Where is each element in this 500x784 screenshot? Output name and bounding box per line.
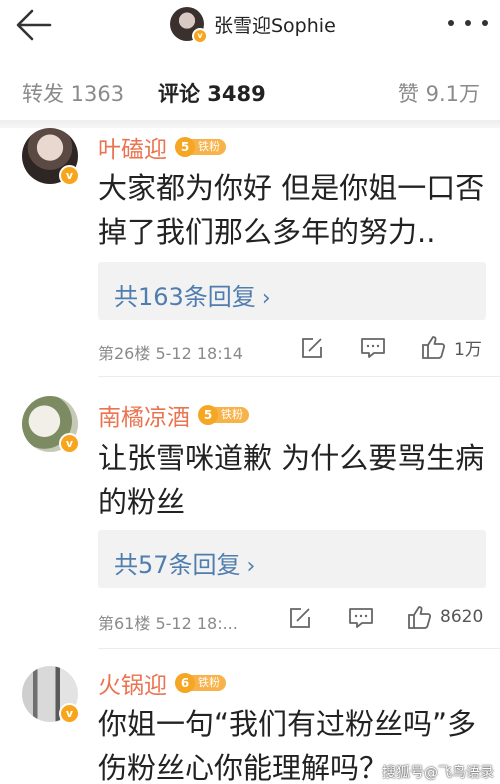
avatar[interactable]: v bbox=[22, 666, 80, 724]
more-dots-icon bbox=[448, 20, 454, 26]
reply-button[interactable] bbox=[348, 606, 374, 630]
replies-count-label: 共163条回复 bbox=[114, 283, 256, 311]
tab-reposts[interactable]: 转发 1363 bbox=[22, 78, 124, 108]
comment-text: 大家都为你好 但是你姐一口否掉了我们那么多年的努力.. bbox=[98, 171, 485, 249]
fan-badge: 5 铁粉 bbox=[175, 137, 226, 157]
comment-divider bbox=[98, 376, 500, 377]
like-count: 8620 bbox=[440, 607, 484, 627]
comment-bubble-icon bbox=[349, 608, 373, 628]
like-button[interactable]: 1万 bbox=[420, 334, 482, 360]
comment-header: 叶磕迎 5 铁粉 bbox=[98, 130, 226, 164]
chevron-right-icon: › bbox=[246, 554, 256, 579]
thumbs-up-icon bbox=[408, 606, 432, 629]
repost-edit-icon bbox=[290, 608, 310, 628]
comment-username[interactable]: 南橘凉酒 bbox=[98, 398, 190, 432]
comment-meta: 第61楼 5-12 18:... bbox=[98, 614, 238, 633]
repost-edit-icon bbox=[302, 338, 322, 358]
comment-meta: 第26楼 5-12 18:14 bbox=[98, 344, 243, 363]
fan-badge: 6 铁粉 bbox=[175, 673, 226, 693]
thumbs-up-icon bbox=[422, 336, 446, 359]
comment-divider bbox=[98, 648, 500, 649]
like-button[interactable]: 8620 bbox=[406, 604, 483, 630]
more-dots-icon bbox=[465, 20, 471, 26]
more-button[interactable] bbox=[448, 12, 488, 34]
replies-count-label: 共57条回复 bbox=[114, 551, 241, 579]
like-count: 1万 bbox=[454, 339, 482, 360]
comment-header: 南橘凉酒 5 铁粉 bbox=[98, 398, 249, 432]
verified-badge-icon: v bbox=[59, 703, 80, 724]
tab-likes[interactable]: 赞 9.1万 bbox=[398, 78, 480, 108]
comment-bubble-icon bbox=[361, 338, 385, 358]
comment-username[interactable]: 火锅迎 bbox=[98, 666, 167, 700]
repost-button[interactable] bbox=[300, 336, 324, 360]
replies-count: 共57条回复 › bbox=[114, 545, 255, 580]
watermark: 搜狐号@飞鸟语录 bbox=[382, 765, 494, 781]
account-title[interactable]: v 张雪迎Sophie bbox=[170, 4, 336, 44]
account-avatar[interactable]: v bbox=[170, 7, 208, 44]
tab-bar: 转发 1363 评论 3489 赞 9.1万 bbox=[0, 52, 500, 123]
section-divider bbox=[0, 120, 500, 128]
comment-text: 让张雪咪道歉 为什么要骂生病的粉丝 bbox=[98, 441, 485, 519]
comment-username[interactable]: 叶磕迎 bbox=[98, 130, 167, 164]
replies-link[interactable]: 共57条回复 › bbox=[98, 530, 486, 588]
more-dots-icon bbox=[482, 20, 488, 26]
account-name: 张雪迎Sophie bbox=[214, 14, 336, 37]
reply-button[interactable] bbox=[360, 336, 386, 360]
fan-level-icon: 5 bbox=[175, 137, 195, 157]
chevron-right-icon: › bbox=[261, 286, 271, 311]
verified-badge-icon: v bbox=[59, 433, 80, 454]
fan-badge: 5 铁粉 bbox=[198, 405, 249, 425]
avatar[interactable]: v bbox=[22, 396, 80, 454]
verified-badge-icon: v bbox=[59, 165, 80, 186]
arrow-left-icon bbox=[16, 9, 52, 41]
verified-badge-icon: v bbox=[192, 28, 208, 44]
back-button[interactable] bbox=[14, 6, 54, 44]
comment-header: 火锅迎 6 铁粉 bbox=[98, 666, 226, 700]
avatar[interactable]: v bbox=[22, 128, 80, 186]
fan-level-icon: 5 bbox=[198, 405, 218, 425]
fan-level-icon: 6 bbox=[175, 673, 195, 693]
replies-link[interactable]: 共163条回复 › bbox=[98, 262, 486, 320]
repost-button[interactable] bbox=[288, 606, 312, 630]
top-bar: v 张雪迎Sophie bbox=[0, 0, 500, 52]
replies-count: 共163条回复 › bbox=[114, 277, 271, 312]
tab-comments[interactable]: 评论 3489 bbox=[158, 78, 266, 108]
